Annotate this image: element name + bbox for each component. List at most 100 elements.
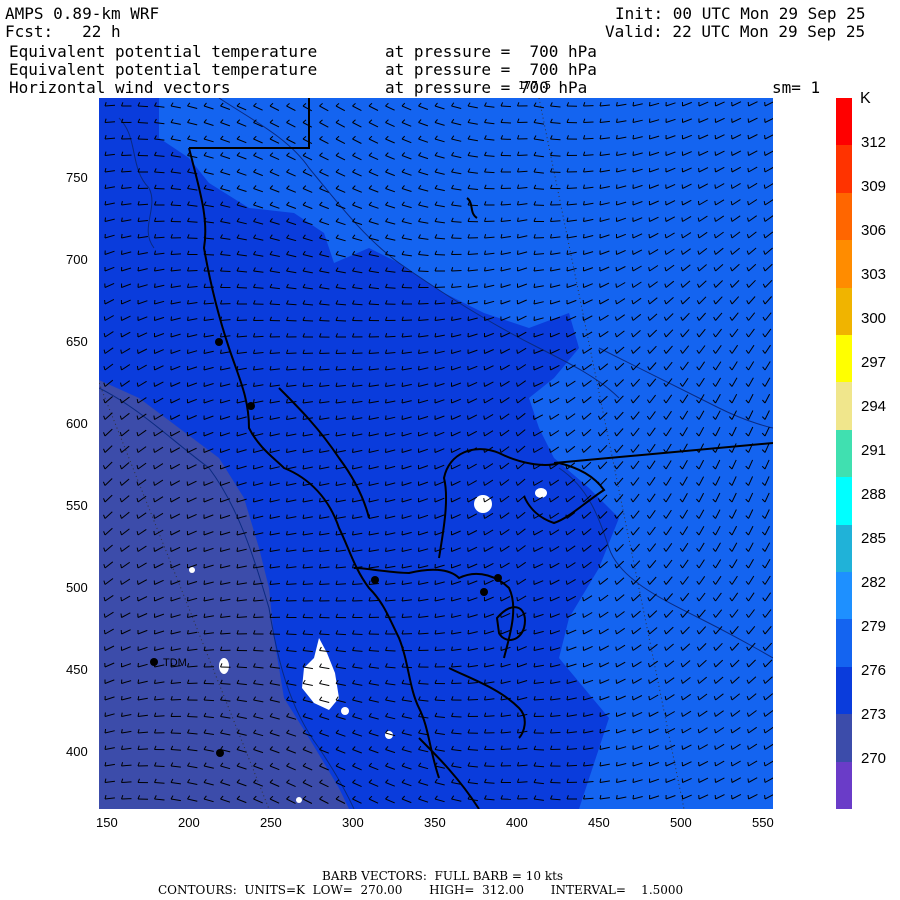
wind-barb-flag [120, 596, 122, 602]
wind-barb [170, 253, 182, 255]
y-tick-label: 600 [66, 416, 88, 431]
wind-barb [154, 715, 165, 717]
wind-barb-flag [648, 695, 650, 701]
wind-barb-flag [565, 366, 568, 371]
wind-barb [269, 303, 281, 306]
colorbar-segment [836, 761, 852, 810]
wind-barb-flag [253, 514, 255, 519]
wind-barb-flag [170, 316, 172, 321]
wind-barb [434, 699, 446, 702]
wind-barb-flag [467, 629, 469, 635]
wind-barb-flag [136, 365, 139, 371]
wind-barb-flag [517, 695, 519, 701]
x-tick-label: 450 [588, 815, 610, 830]
wind-barb [484, 171, 495, 174]
map-panel: TDM [99, 98, 773, 809]
colorbar-label: 270 [861, 750, 887, 767]
wind-barb-flag [565, 580, 568, 585]
wind-barb-flag [499, 382, 502, 387]
wind-barb [517, 781, 528, 783]
wind-barb-flag [566, 250, 569, 255]
wind-barb-flag [467, 514, 469, 519]
wind-barb-flag [220, 365, 222, 371]
colorbar-label: 285 [861, 530, 887, 547]
wind-barb-flag [550, 283, 552, 288]
wind-barb [319, 633, 330, 636]
wind-barb [319, 368, 330, 371]
wind-barb-flag [583, 729, 585, 734]
wind-barb-flag [121, 695, 123, 701]
wind-barb-flag [104, 217, 106, 222]
colorbar-label: 300 [861, 310, 887, 327]
x-tick-label: 200 [178, 815, 200, 830]
forecast-hour: Fcst: 22 h [5, 22, 121, 41]
wind-barb-flag [583, 217, 585, 222]
wind-barb [203, 254, 215, 256]
wind-barb-flag [747, 762, 749, 767]
wind-barb-flag [286, 448, 288, 453]
wind-barb-flag [401, 382, 404, 387]
wind-barb-flag [368, 415, 371, 420]
wind-barb [154, 171, 165, 174]
wind-barb [335, 320, 347, 322]
wind-barb [170, 699, 182, 701]
wind-barb-flag [269, 497, 272, 503]
wind-barb-flag [532, 481, 535, 486]
wind-barb-flag [764, 778, 766, 783]
wind-barb-flag [583, 712, 585, 717]
wind-barb [319, 320, 330, 322]
wind-barb-flag [203, 580, 205, 585]
colorbar-label: 279 [861, 618, 887, 635]
wind-barb-flag [533, 530, 535, 536]
wind-barb-flag [632, 118, 635, 123]
wind-barb [500, 203, 512, 206]
wind-barb [467, 699, 479, 701]
wind-barb-flag [697, 745, 700, 750]
colorbar-label: 273 [861, 706, 887, 723]
wind-barb-flag [269, 431, 272, 437]
wind-barb [154, 782, 165, 784]
wind-barb-flag [764, 151, 766, 156]
wind-barb-flag [499, 564, 502, 569]
wind-barb-flag [220, 580, 222, 585]
wind-barb-flag [170, 629, 172, 635]
wind-barb [550, 731, 561, 734]
wind-barb-flag [352, 464, 354, 470]
wind-barb-flag [747, 151, 749, 156]
wind-barb-flag [747, 778, 749, 783]
wind-barb-flag [566, 695, 569, 701]
wind-barb-flag [714, 167, 716, 173]
wind-barb-flag [401, 564, 404, 569]
wind-barb-flag [253, 547, 255, 552]
colorbar-segment [836, 287, 852, 336]
wind-barb-flag [532, 448, 535, 453]
colorbar-segment [836, 145, 852, 194]
wind-barb-flag [681, 728, 683, 734]
wind-barb [550, 798, 561, 801]
wind-barb [253, 650, 264, 652]
x-tick-label: 300 [342, 815, 364, 830]
wind-barb [401, 319, 413, 321]
wind-barb-flag [549, 382, 551, 387]
wind-barb-flag [137, 250, 140, 255]
wind-barb-flag [120, 613, 122, 618]
wind-barb-flag [170, 431, 172, 437]
wind-barb-flag [599, 745, 602, 750]
wind-barb-flag [616, 151, 618, 156]
wind-barb [187, 716, 198, 718]
wind-barb-flag [599, 646, 601, 651]
wind-barb-flag [500, 250, 503, 255]
wind-barb-flag [137, 266, 139, 272]
wind-barb [352, 352, 363, 354]
wind-barb [434, 286, 446, 288]
wind-barb [583, 797, 594, 800]
x-tick-label: 400 [506, 815, 528, 830]
wind-barb-flag [434, 333, 437, 338]
wind-barb-flag [368, 481, 370, 486]
wind-barb [137, 748, 149, 750]
wind-barb [467, 204, 479, 207]
wind-barb-flag [681, 217, 683, 222]
wind-barb-flag [532, 431, 535, 437]
wind-barb-flag [286, 464, 288, 470]
wind-barb-flag [137, 679, 140, 684]
